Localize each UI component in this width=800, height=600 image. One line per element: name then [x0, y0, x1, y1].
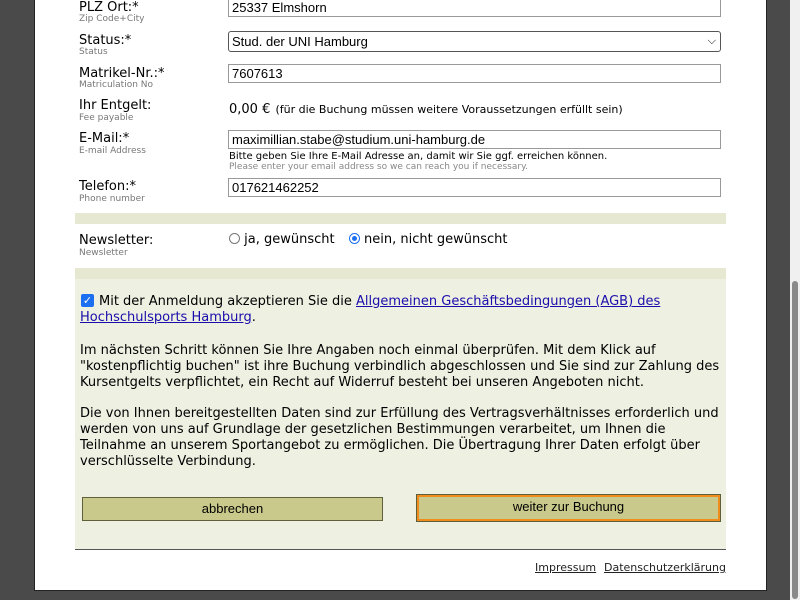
phone-input[interactable]: 017621462252	[228, 178, 721, 197]
status-selected-value: Stud. der UNI Hamburg	[232, 34, 368, 49]
newsletter-sublabel: Newsletter	[79, 248, 128, 258]
matrikel-label: Matrikel-Nr.:*	[79, 66, 165, 81]
section-divider	[75, 213, 726, 224]
newsletter-yes-label[interactable]: ja, gewünscht	[244, 232, 334, 247]
impressum-link[interactable]: Impressum	[535, 561, 596, 574]
scrollbar-thumb[interactable]	[792, 281, 798, 599]
email-input[interactable]: maximillian.stabe@studium.uni-hamburg.de	[228, 130, 721, 149]
status-sublabel: Status	[79, 47, 108, 57]
info-paragraph-2: Die von Ihnen bereitgestellten Daten sin…	[80, 406, 719, 469]
fee-amount: 0,00 €	[229, 102, 271, 117]
zip-city-input[interactable]: 25337 Elmshorn	[228, 0, 721, 17]
cancel-button[interactable]: abbrechen	[82, 497, 383, 521]
fee-note: (für die Buchung müssen weitere Vorausse…	[275, 103, 623, 116]
agb-text-before: Mit der Anmeldung akzeptieren Sie die	[99, 294, 356, 309]
zip-label: PLZ Ort:*	[79, 0, 139, 15]
next-button[interactable]: weiter zur Buchung	[416, 494, 721, 522]
agb-text: Mit der Anmeldung akzeptieren Sie die Al…	[80, 294, 720, 326]
newsletter-no-radio[interactable]	[348, 233, 360, 244]
chevron-down-icon: ⌵	[707, 35, 716, 47]
section-divider	[75, 268, 726, 279]
matrikel-sublabel: Matriculation No	[79, 80, 154, 90]
fee-value: 0,00 € (für die Buchung müssen weitere V…	[229, 98, 623, 117]
newsletter-yes-radio[interactable]	[229, 233, 240, 244]
email-hint: Bitte geben Sie Ihre E-Mail Adresse an, …	[229, 151, 608, 162]
email-sublabel: E-mail Address	[79, 146, 146, 156]
footer-divider	[75, 549, 726, 550]
status-select[interactable]: Stud. der UNI Hamburg ⌵	[228, 31, 721, 52]
phone-label: Telefon:*	[79, 179, 136, 194]
newsletter-options: ja, gewünscht nein, nicht gewünscht	[229, 232, 507, 247]
email-label: E-Mail:*	[79, 131, 130, 146]
zip-sublabel: Zip Code+City	[79, 14, 145, 24]
phone-sublabel: Phone number	[79, 194, 145, 204]
newsletter-no-label[interactable]: nein, nicht gewünscht	[364, 232, 507, 247]
fee-sublabel: Fee payable	[79, 113, 134, 123]
scrollbar[interactable]	[790, 0, 800, 600]
matrikel-input[interactable]: 7607613	[228, 64, 721, 83]
fee-label: Ihr Entgelt:	[79, 98, 152, 113]
agb-text-after: .	[251, 310, 256, 325]
email-hint-en: Please enter your email address so we ca…	[229, 162, 528, 172]
privacy-link[interactable]: Datenschutzerklärung	[604, 561, 726, 574]
status-label: Status:*	[79, 33, 132, 48]
info-paragraph-1: Im nächsten Schritt können Sie Ihre Anga…	[80, 343, 720, 390]
newsletter-label: Newsletter:	[79, 233, 154, 248]
booking-form-page: PLZ Ort:* Zip Code+City 25337 Elmshorn S…	[34, 0, 767, 591]
